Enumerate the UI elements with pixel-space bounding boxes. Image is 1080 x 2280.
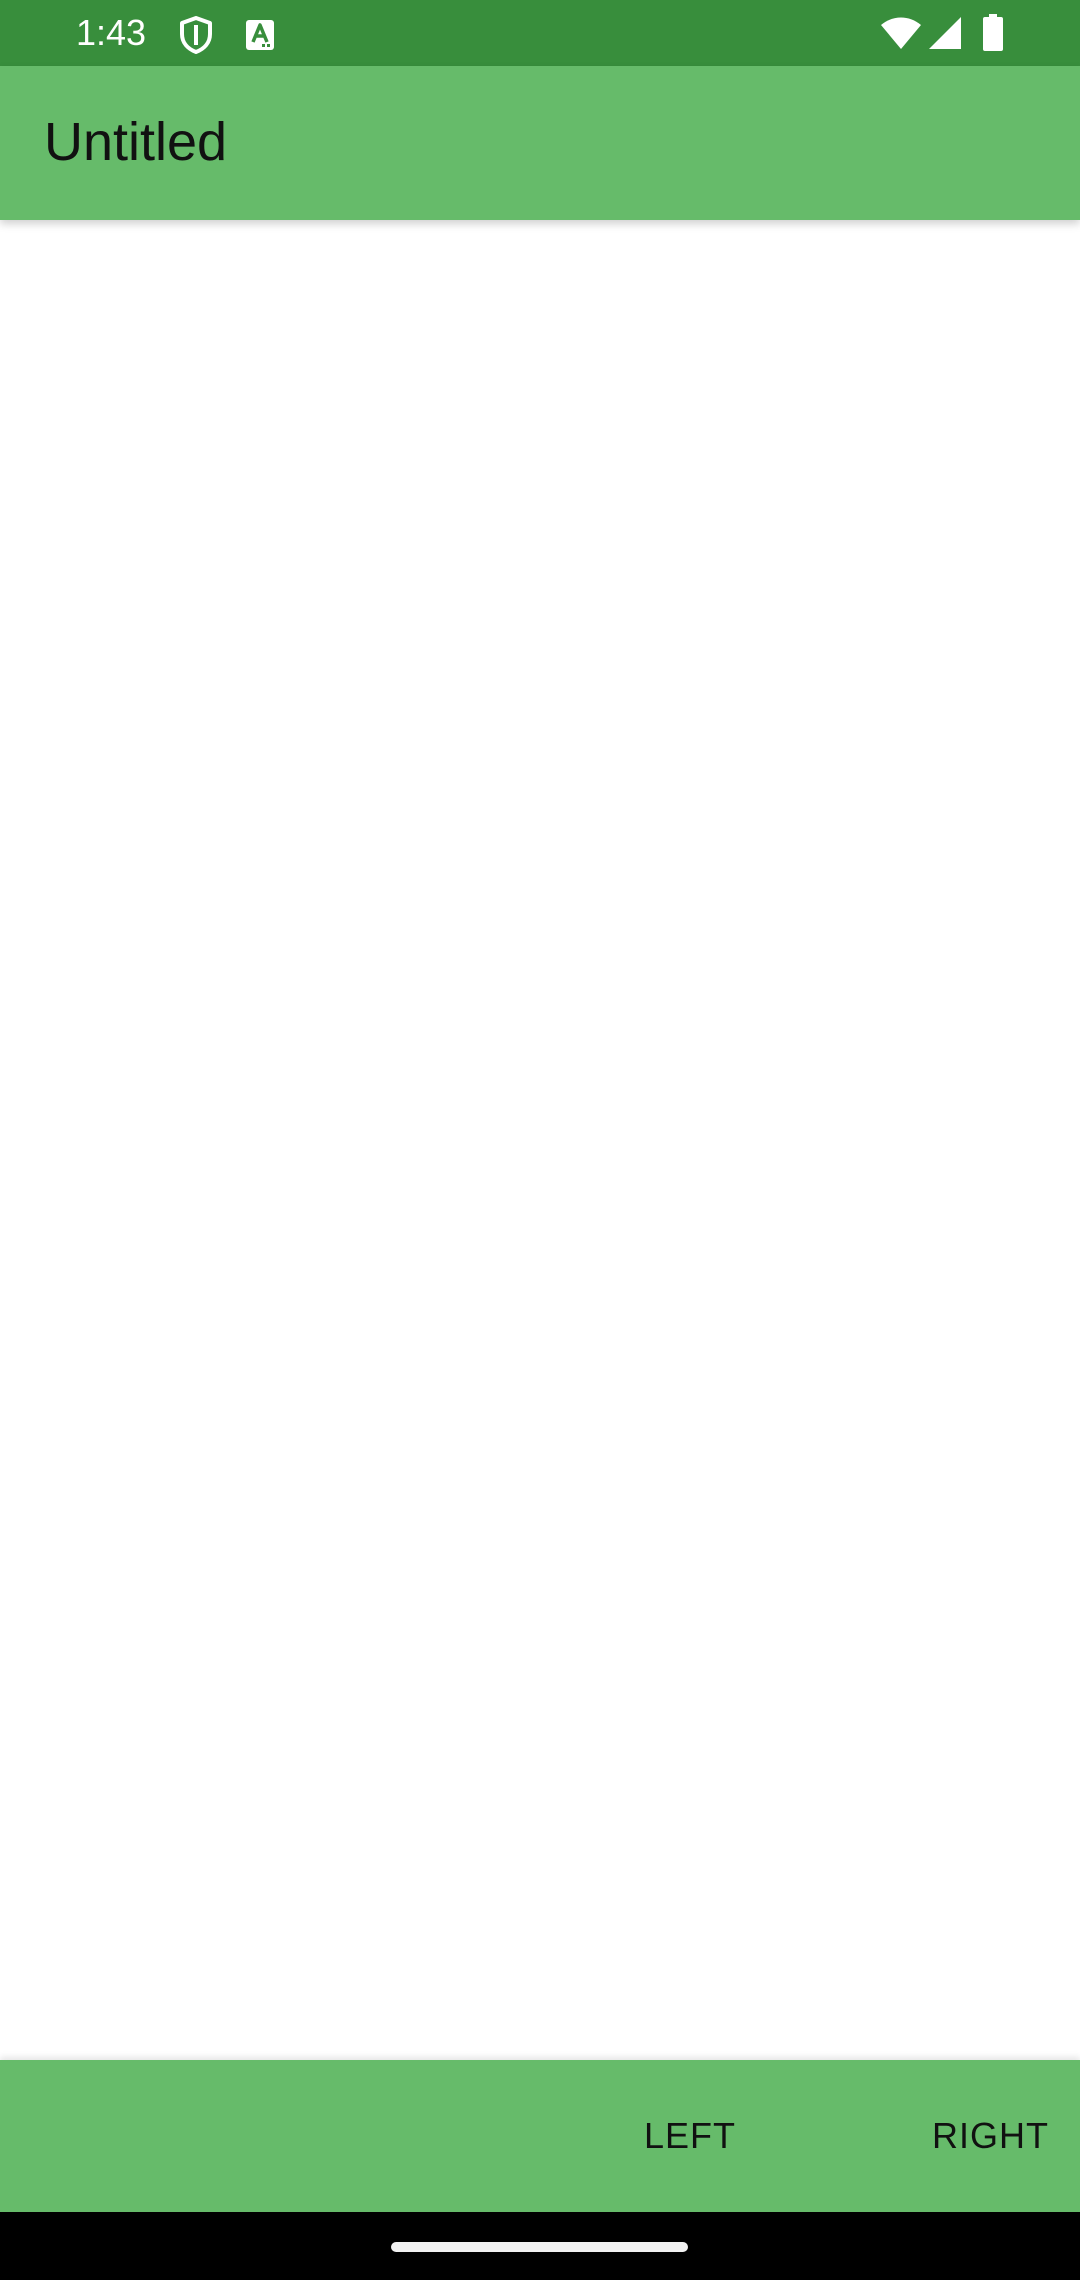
right-button[interactable]: RIGHT bbox=[932, 2060, 1049, 2212]
status-bar: 1:43 bbox=[0, 0, 1080, 66]
signal-icon bbox=[929, 17, 961, 49]
shield-icon bbox=[180, 16, 212, 54]
left-button[interactable]: LEFT bbox=[644, 2060, 736, 2212]
app-bar: Untitled bbox=[0, 66, 1080, 220]
status-time: 1:43 bbox=[76, 12, 147, 53]
battery-icon bbox=[983, 14, 1003, 51]
content-area bbox=[0, 220, 1080, 2060]
home-gesture-handle[interactable] bbox=[391, 2242, 688, 2252]
navigation-bar bbox=[0, 2212, 1080, 2280]
bottom-bar: LEFT RIGHT bbox=[0, 2060, 1080, 2212]
wifi-icon bbox=[881, 17, 921, 49]
text-recognition-icon bbox=[246, 20, 274, 50]
page-title: Untitled bbox=[44, 112, 228, 172]
